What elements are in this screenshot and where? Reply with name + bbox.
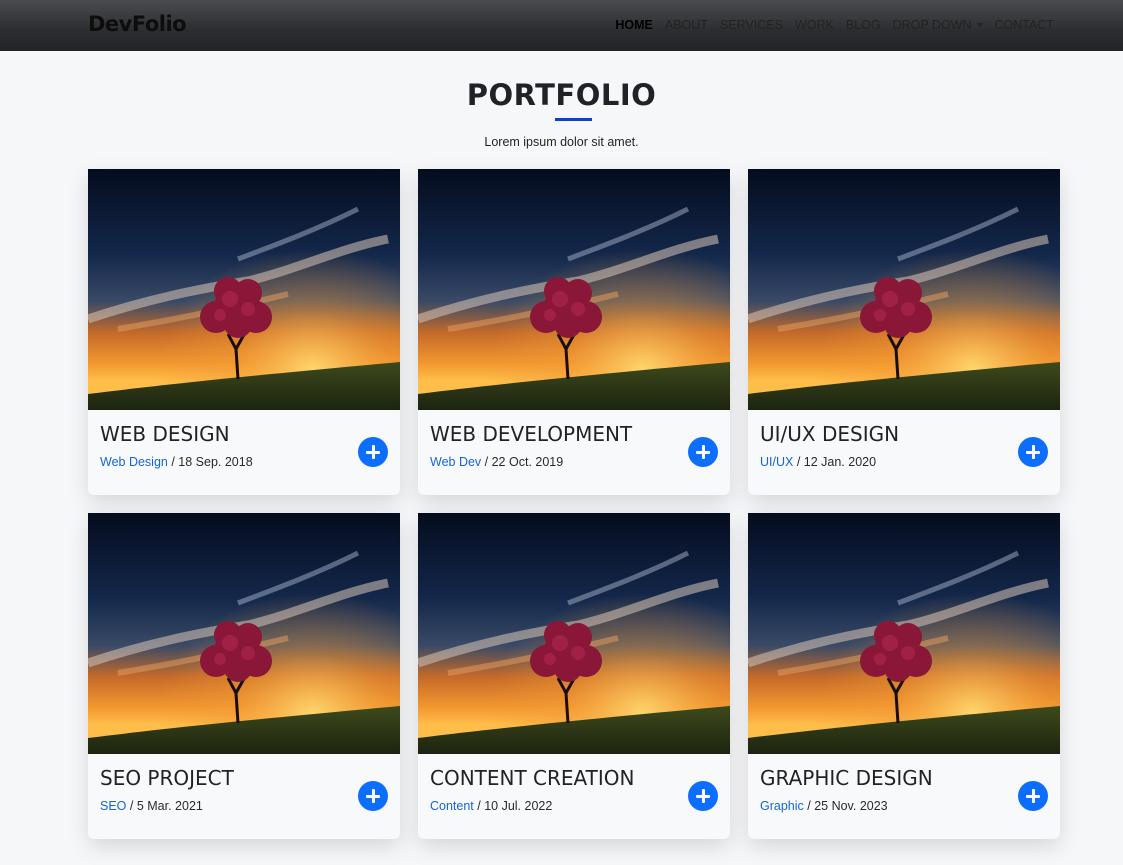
nav-menu: HOME ABOUT SERVICES WORK BLOG DROP DOWN … (615, 18, 1054, 32)
category-link[interactable]: Graphic (760, 799, 804, 813)
nav-item-work[interactable]: WORK (795, 18, 834, 32)
category-link[interactable]: Web Design (100, 455, 168, 469)
card-meta: Content / 10 Jul. 2022 (430, 799, 553, 813)
nav-item-about[interactable]: ABOUT (665, 18, 708, 32)
portfolio-grid: WEB DESIGN Web Design / 18 Sep. 2018 WEB… (88, 169, 1060, 839)
plus-icon[interactable] (688, 437, 718, 467)
category-link[interactable]: SEO (100, 799, 126, 813)
card-meta: Graphic / 25 Nov. 2023 (760, 799, 888, 813)
nav-item-home[interactable]: HOME (615, 18, 653, 32)
plus-icon[interactable] (358, 781, 388, 811)
category-link[interactable]: Web Dev (430, 455, 481, 469)
nav-item-dropdown-label: DROP DOWN (892, 18, 972, 32)
card-title[interactable]: WEB DESIGN (100, 422, 230, 446)
category-link[interactable]: UI/UX (760, 455, 793, 469)
portfolio-image[interactable] (418, 513, 730, 754)
portfolio-card[interactable]: WEB DESIGN Web Design / 18 Sep. 2018 (88, 169, 400, 495)
section-subtitle: Lorem ipsum dolor sit amet. (484, 135, 639, 149)
plus-icon[interactable] (358, 437, 388, 467)
nav-item-services[interactable]: SERVICES (720, 18, 783, 32)
plus-icon[interactable] (1018, 781, 1048, 811)
card-title[interactable]: UI/UX DESIGN (760, 422, 899, 446)
card-meta: SEO / 5 Mar. 2021 (100, 799, 203, 813)
brand-logo[interactable]: DevFolio (88, 12, 187, 36)
card-title[interactable]: SEO PROJECT (100, 766, 234, 790)
caret-down-icon (976, 23, 983, 27)
navbar: DevFolio HOME ABOUT SERVICES WORK BLOG D… (0, 0, 1123, 51)
card-date: 22 Oct. 2019 (491, 455, 564, 469)
title-underline (555, 118, 592, 121)
card-date: 5 Mar. 2021 (136, 799, 203, 813)
card-meta: UI/UX / 12 Jan. 2020 (760, 455, 877, 469)
card-date: 12 Jan. 2020 (803, 455, 877, 469)
card-date: 10 Jul. 2022 (484, 799, 553, 813)
portfolio-image[interactable] (748, 169, 1060, 410)
portfolio-image[interactable] (88, 169, 400, 410)
portfolio-image[interactable] (748, 513, 1060, 754)
card-title[interactable]: GRAPHIC DESIGN (760, 766, 933, 790)
card-meta: Web Dev / 22 Oct. 2019 (430, 455, 564, 469)
portfolio-card[interactable]: UI/UX DESIGN UI/UX / 12 Jan. 2020 (748, 169, 1060, 495)
nav-item-contact[interactable]: CONTACT (995, 18, 1055, 32)
portfolio-image[interactable] (418, 169, 730, 410)
portfolio-image[interactable] (88, 513, 400, 754)
portfolio-card[interactable]: SEO PROJECT SEO / 5 Mar. 2021 (88, 513, 400, 839)
category-link[interactable]: Content (430, 799, 474, 813)
plus-icon[interactable] (688, 781, 718, 811)
portfolio-card[interactable]: GRAPHIC DESIGN Graphic / 25 Nov. 2023 (748, 513, 1060, 839)
card-meta: Web Design / 18 Sep. 2018 (100, 455, 253, 469)
card-date: 25 Nov. 2023 (814, 799, 888, 813)
portfolio-card[interactable]: WEB DEVELOPMENT Web Dev / 22 Oct. 2019 (418, 169, 730, 495)
nav-item-dropdown[interactable]: DROP DOWN (893, 18, 983, 32)
card-date: 18 Sep. 2018 (178, 455, 253, 469)
nav-item-blog[interactable]: BLOG (846, 18, 881, 32)
portfolio-card[interactable]: CONTENT CREATION Content / 10 Jul. 2022 (418, 513, 730, 839)
plus-icon[interactable] (1018, 437, 1048, 467)
section-title: PORTFOLIO (466, 78, 657, 112)
card-title[interactable]: CONTENT CREATION (430, 766, 635, 790)
card-title[interactable]: WEB DEVELOPMENT (430, 422, 632, 446)
